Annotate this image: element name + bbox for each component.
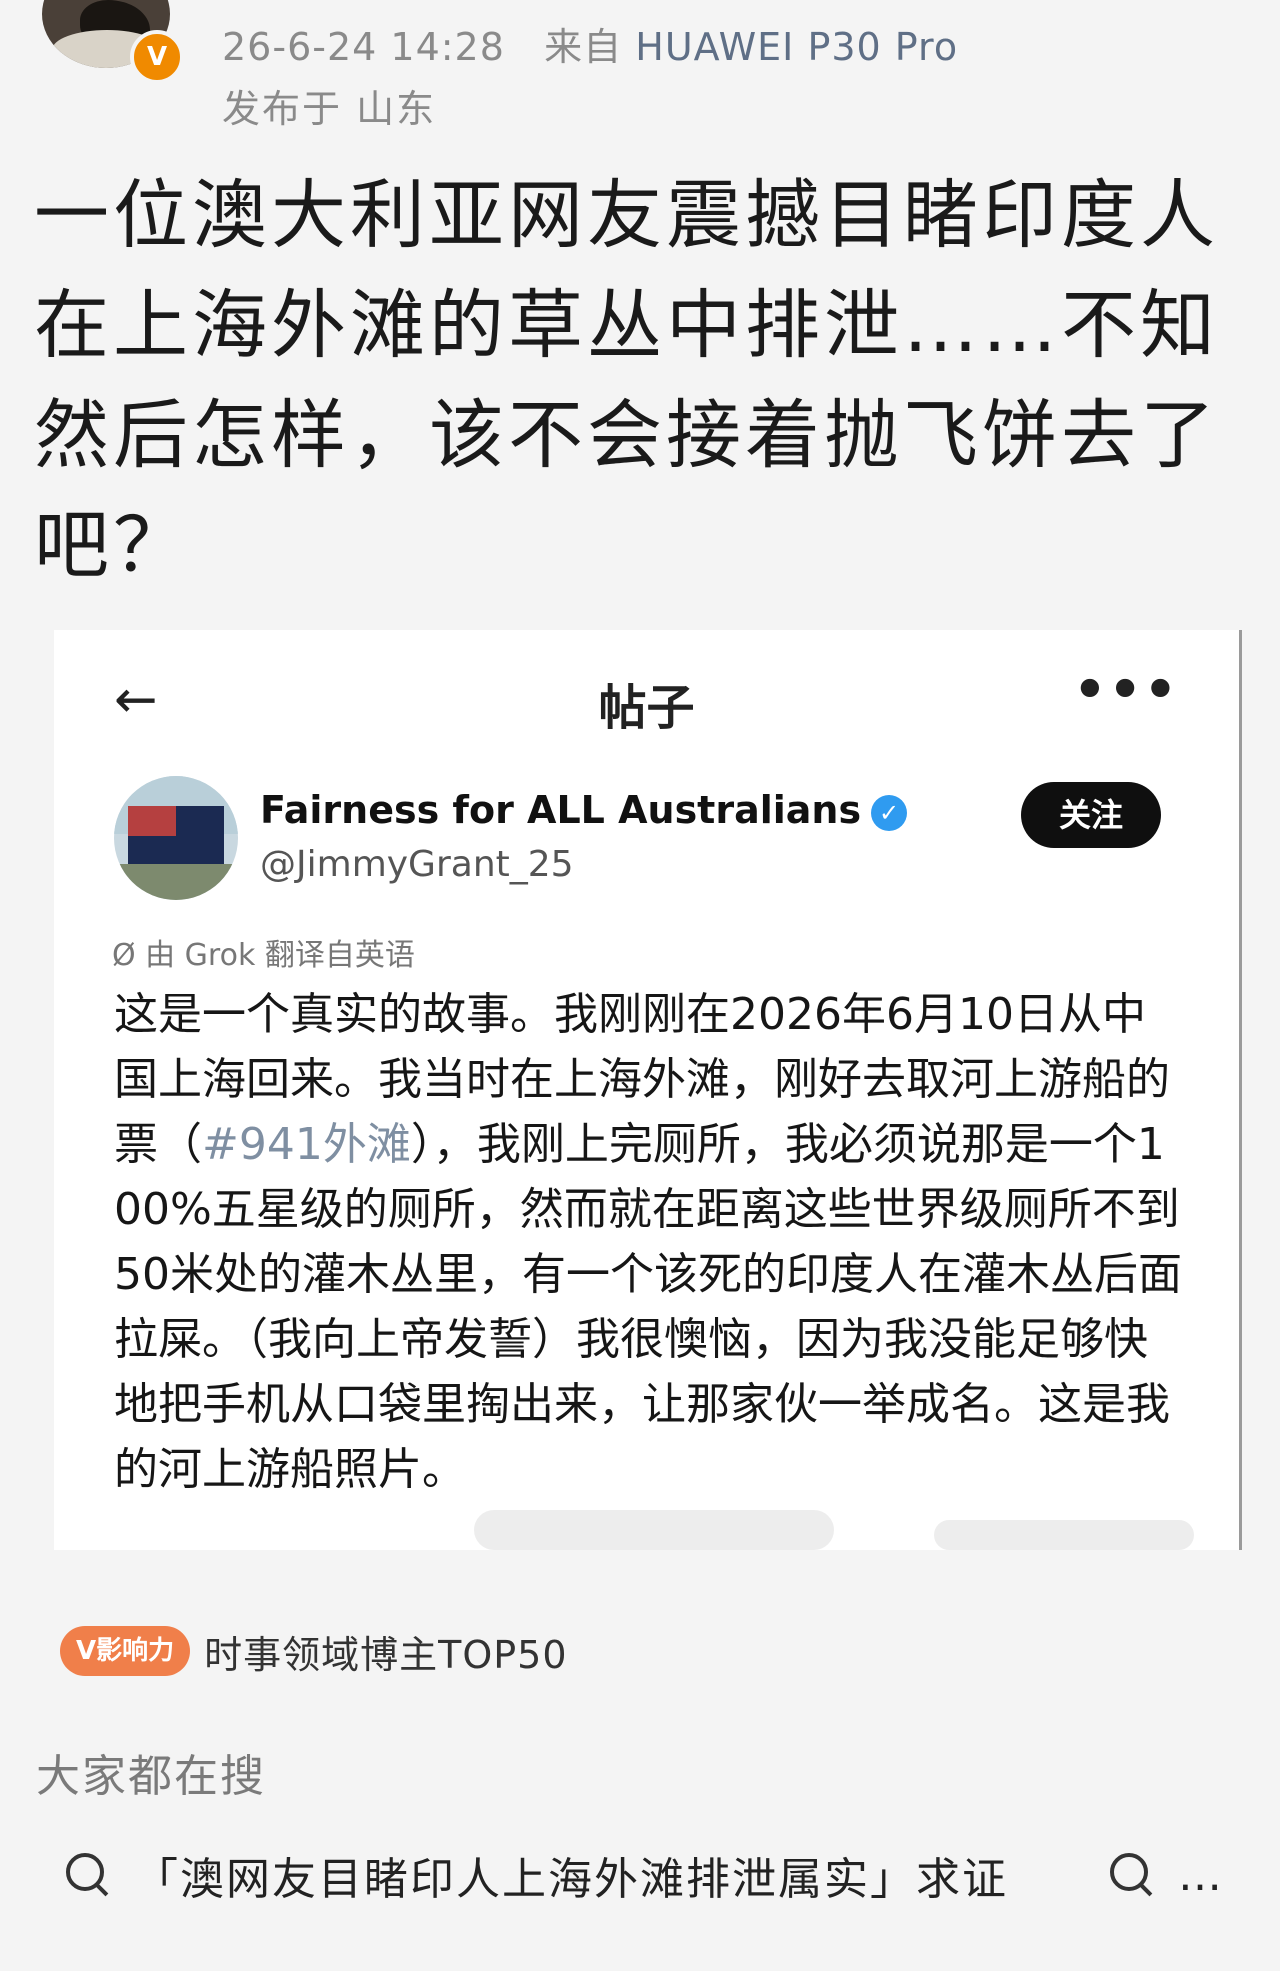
influence-row[interactable]: V影响力 时事领域博主TOP50 (60, 1624, 568, 1678)
account-avatar (114, 776, 238, 900)
source-prefix: 来自 (544, 25, 623, 69)
influence-badge: V影响力 (60, 1626, 191, 1676)
post-meta: 26-6-24 14:28 来自 HUAWEI P30 Pro (222, 16, 958, 71)
account-handle: @JimmyGrant_25 (260, 844, 574, 885)
trending-search-heading: 大家都在搜 (36, 1751, 266, 1802)
body-text-part2: ），我刚上完厕所，我必须说那是一个100%五星级的厕所，然而就在距离这些世界级厕… (114, 1119, 1182, 1495)
embedded-post-screenshot[interactable]: ← 帖子 ••• Fairness for ALL Australians ✓ @… (54, 630, 1242, 1550)
post-location: 发布于 山东 (222, 87, 437, 131)
hashtag-link: #941外滩 (202, 1119, 411, 1170)
post-timestamp: 26-6-24 14:28 (222, 25, 505, 69)
device-link[interactable]: HUAWEI P30 Pro (635, 25, 958, 69)
search-icon (66, 1853, 110, 1897)
account-name-text: Fairness for ALL Australians (260, 788, 862, 832)
australian-flag-icon (128, 806, 224, 866)
blurred-area (934, 1520, 1194, 1550)
account-name: Fairness for ALL Australians ✓ (260, 788, 908, 832)
search-icon (1110, 1853, 1154, 1897)
more-options-icon: ••• (1073, 660, 1179, 720)
follow-button: 关注 (1021, 782, 1161, 848)
verified-check-icon: ✓ (871, 794, 908, 831)
trending-search-query: 「澳网友目睹印人上海外滩排泄属实」求证 (134, 1854, 1008, 1905)
trending-search-item-2[interactable]: … (1110, 1840, 1222, 1910)
translation-note: Ø 由 Grok 翻译自英语 (112, 938, 415, 973)
avatar-ground (114, 864, 238, 900)
trending-search-item[interactable]: 「澳网友目睹印人上海外滩排泄属实」求证 (66, 1840, 1008, 1910)
blurred-area (474, 1510, 834, 1550)
trending-search-query-2: … (1178, 1849, 1222, 1901)
influence-text: 时事领域博主TOP50 (204, 1632, 568, 1677)
verified-v-badge-icon: V (130, 30, 184, 84)
embedded-post-body: 这是一个真实的故事。我刚刚在2026年6月10日从中国上海回来。我当时在上海外滩… (114, 982, 1184, 1502)
post-title: 一位澳大利亚网友震撼目睹印度人在上海外滩的草丛中排泄……不知然后怎样，该不会接着… (34, 171, 1220, 589)
embedded-nav-title: 帖子 (598, 680, 695, 736)
